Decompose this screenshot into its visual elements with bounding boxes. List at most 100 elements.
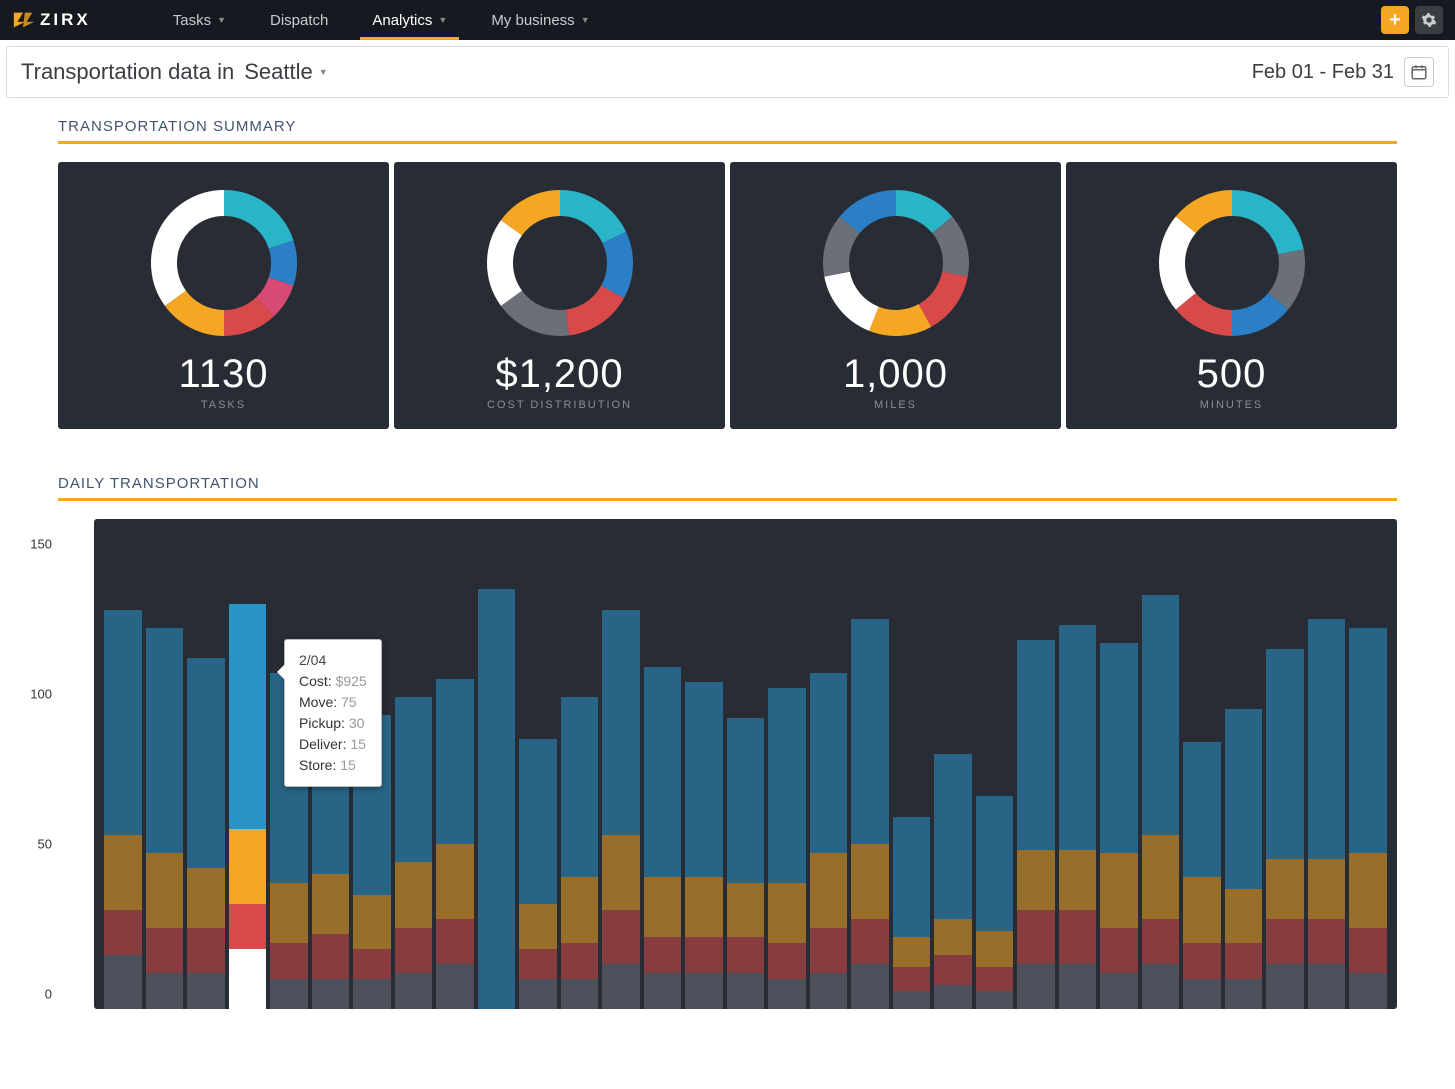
bar-day[interactable] [1059, 625, 1097, 1009]
settings-button[interactable] [1415, 6, 1443, 34]
bar-segment [1266, 964, 1304, 1009]
summary-label: COST DISTRIBUTION [487, 399, 632, 411]
summary-card-miles[interactable]: 1,000 MILES [730, 162, 1061, 429]
bar-day[interactable] [1266, 649, 1304, 1009]
bar-segment [353, 979, 391, 1009]
bar-segment [1225, 943, 1263, 979]
bar-day[interactable] [976, 796, 1014, 1009]
bar-segment [644, 937, 682, 973]
bar-segment [229, 829, 267, 904]
bar-segment [1142, 835, 1180, 919]
bar-segment [395, 862, 433, 928]
bar-day[interactable] [1225, 709, 1263, 1009]
bar-segment [851, 619, 889, 844]
bar-day[interactable] [644, 667, 682, 1009]
bar-segment [1349, 973, 1387, 1009]
bar-segment [187, 868, 225, 928]
tooltip-row: Move: 75 [299, 692, 367, 713]
bar-segment [851, 919, 889, 964]
bar-day[interactable] [146, 628, 184, 1009]
bar-segment [395, 973, 433, 1009]
bar-segment [146, 973, 184, 1009]
summary-card-tasks[interactable]: 1130 TASKS [58, 162, 389, 429]
bar-segment [229, 949, 267, 1009]
bar-day[interactable] [1142, 595, 1180, 1009]
bar-segment [810, 853, 848, 928]
bar-segment [436, 919, 474, 964]
bar-segment [893, 967, 931, 991]
date-picker-button[interactable] [1404, 57, 1434, 87]
filter-bar: Transportation data in Seattle ▼ Feb 01 … [6, 46, 1449, 98]
tooltip-row: Cost: $925 [299, 671, 367, 692]
tooltip-row: Pickup: 30 [299, 713, 367, 734]
bar-segment [1349, 628, 1387, 853]
bar-day[interactable] [1349, 628, 1387, 1009]
bar-segment [1059, 964, 1097, 1009]
bar-day[interactable] [727, 718, 765, 1009]
bar-day[interactable] [602, 610, 640, 1009]
bar-day[interactable] [187, 658, 225, 1009]
bar-segment [436, 964, 474, 1009]
bar-segment [1100, 973, 1138, 1009]
bar-segment [810, 673, 848, 853]
bar-day[interactable] [1183, 742, 1221, 1009]
bar-segment [395, 697, 433, 862]
bar-day[interactable] [104, 610, 142, 1009]
chevron-down-icon: ▼ [438, 15, 447, 25]
bar-segment [1017, 850, 1055, 910]
nav-item-my-business[interactable]: My business▼ [469, 0, 611, 40]
bar-day[interactable] [478, 589, 516, 1009]
add-button[interactable]: + [1381, 6, 1409, 34]
tooltip-row: Store: 15 [299, 755, 367, 776]
bar-segment [561, 697, 599, 877]
bar-segment [436, 679, 474, 844]
bar-day[interactable] [1100, 643, 1138, 1009]
bar-segment [1183, 877, 1221, 943]
daily-bar-chart[interactable]: 2/04Cost: $925Move: 75Pickup: 30Deliver:… [94, 519, 1397, 1009]
bar-day[interactable] [229, 604, 267, 1009]
bar-day[interactable] [519, 739, 557, 1009]
bar-segment [1059, 850, 1097, 910]
bar-segment [727, 973, 765, 1009]
nav-item-dispatch[interactable]: Dispatch [248, 0, 350, 40]
bar-segment [270, 883, 308, 943]
bar-day[interactable] [436, 679, 474, 1009]
bar-segment [1017, 910, 1055, 964]
bar-day[interactable] [934, 754, 972, 1009]
bar-segment [644, 877, 682, 937]
bar-segment [1308, 964, 1346, 1009]
summary-row: 1130 TASKS $1,200 COST DISTRIBUTION 1,00… [58, 162, 1397, 429]
bar-day[interactable] [768, 688, 806, 1009]
bar-segment [893, 937, 931, 967]
bar-segment [1225, 979, 1263, 1009]
summary-card-minutes[interactable]: 500 MINUTES [1066, 162, 1397, 429]
bar-day[interactable] [1017, 640, 1055, 1009]
bar-day[interactable] [395, 697, 433, 1009]
bar-segment [561, 943, 599, 979]
bar-segment [187, 658, 225, 868]
summary-value: $1,200 [495, 352, 623, 397]
summary-card-cost-distribution[interactable]: $1,200 COST DISTRIBUTION [394, 162, 725, 429]
date-range-display: Feb 01 - Feb 31 [1252, 61, 1394, 84]
bar-day[interactable] [1308, 619, 1346, 1009]
bar-segment [1308, 919, 1346, 964]
bar-segment [976, 967, 1014, 991]
chevron-down-icon: ▼ [319, 67, 328, 77]
bar-segment [312, 934, 350, 979]
brand-logo[interactable]: ZIRX [12, 9, 91, 31]
bar-day[interactable] [893, 817, 931, 1009]
brand-text: ZIRX [40, 10, 91, 30]
bar-day[interactable] [851, 619, 889, 1009]
city-value: Seattle [244, 59, 313, 85]
donut-chart [485, 188, 635, 338]
bar-day[interactable] [810, 673, 848, 1009]
nav-item-analytics[interactable]: Analytics▼ [350, 0, 469, 40]
y-tick: 0 [45, 987, 52, 1002]
bar-segment [685, 877, 723, 937]
bar-segment [602, 835, 640, 910]
nav-item-tasks[interactable]: Tasks▼ [151, 0, 248, 40]
bar-day[interactable] [685, 682, 723, 1009]
bar-day[interactable] [561, 697, 599, 1009]
city-selector[interactable]: Seattle ▼ [244, 59, 327, 85]
summary-label: MILES [874, 399, 917, 411]
